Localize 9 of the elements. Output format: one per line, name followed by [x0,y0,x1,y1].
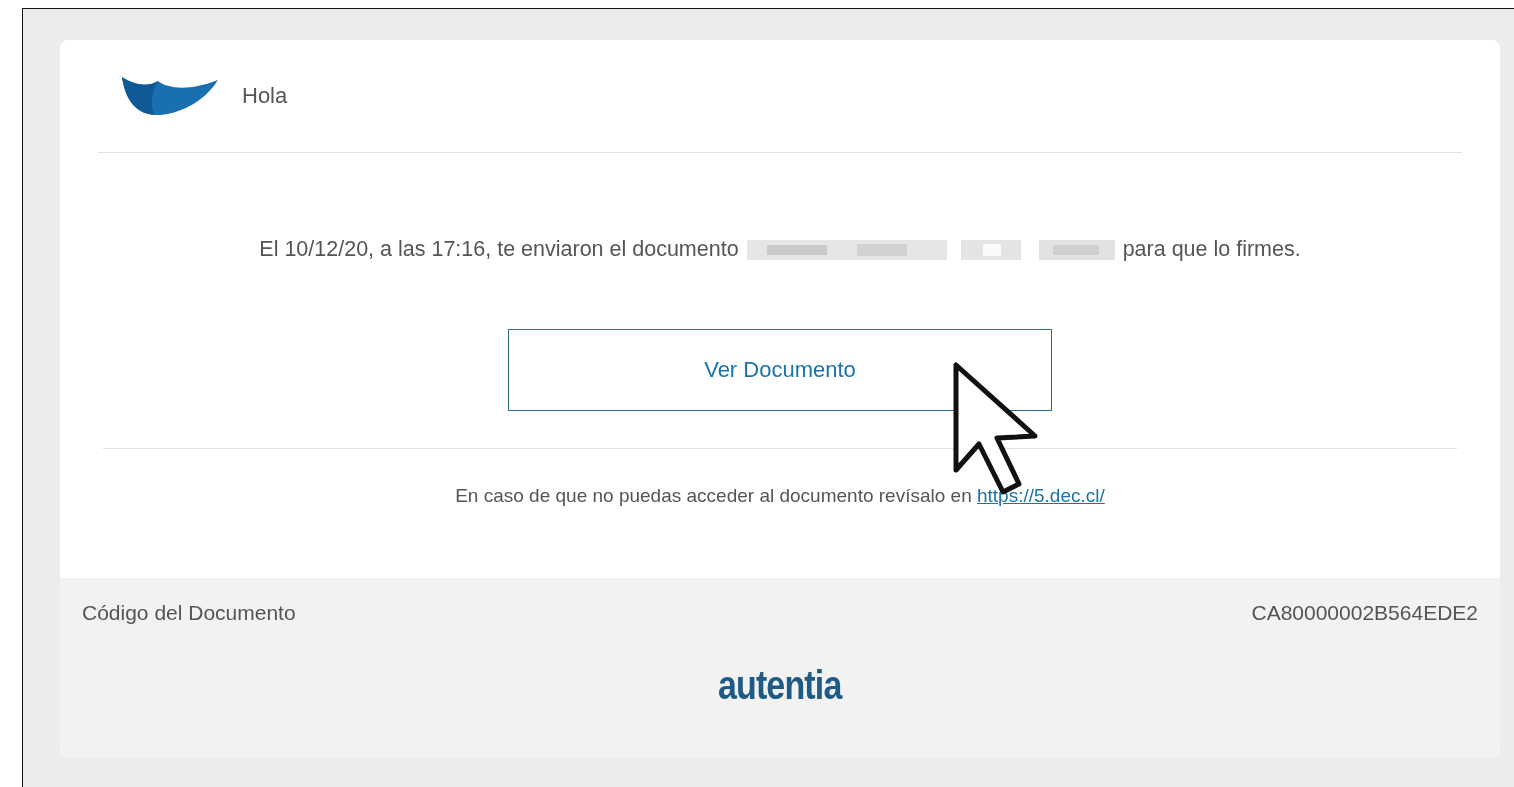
code-value: CA80000002B564EDE2 [1251,601,1478,625]
view-document-button[interactable]: Ver Documento [508,329,1052,411]
code-label: Código del Documento [82,601,296,625]
logo-icon [120,75,220,117]
message-text: El 10/12/20, a las 17:16, te enviaron el documento para que lo firmes. [259,237,1301,262]
document-link[interactable]: https://5.dec.cl/ [977,485,1105,506]
brand-logo: autentia [718,663,842,708]
fallback-text: En caso de que no puedas acceder al documento revísalo en https://5.dec.cl/ [455,485,1105,507]
greeting-text: Hola [242,83,288,109]
